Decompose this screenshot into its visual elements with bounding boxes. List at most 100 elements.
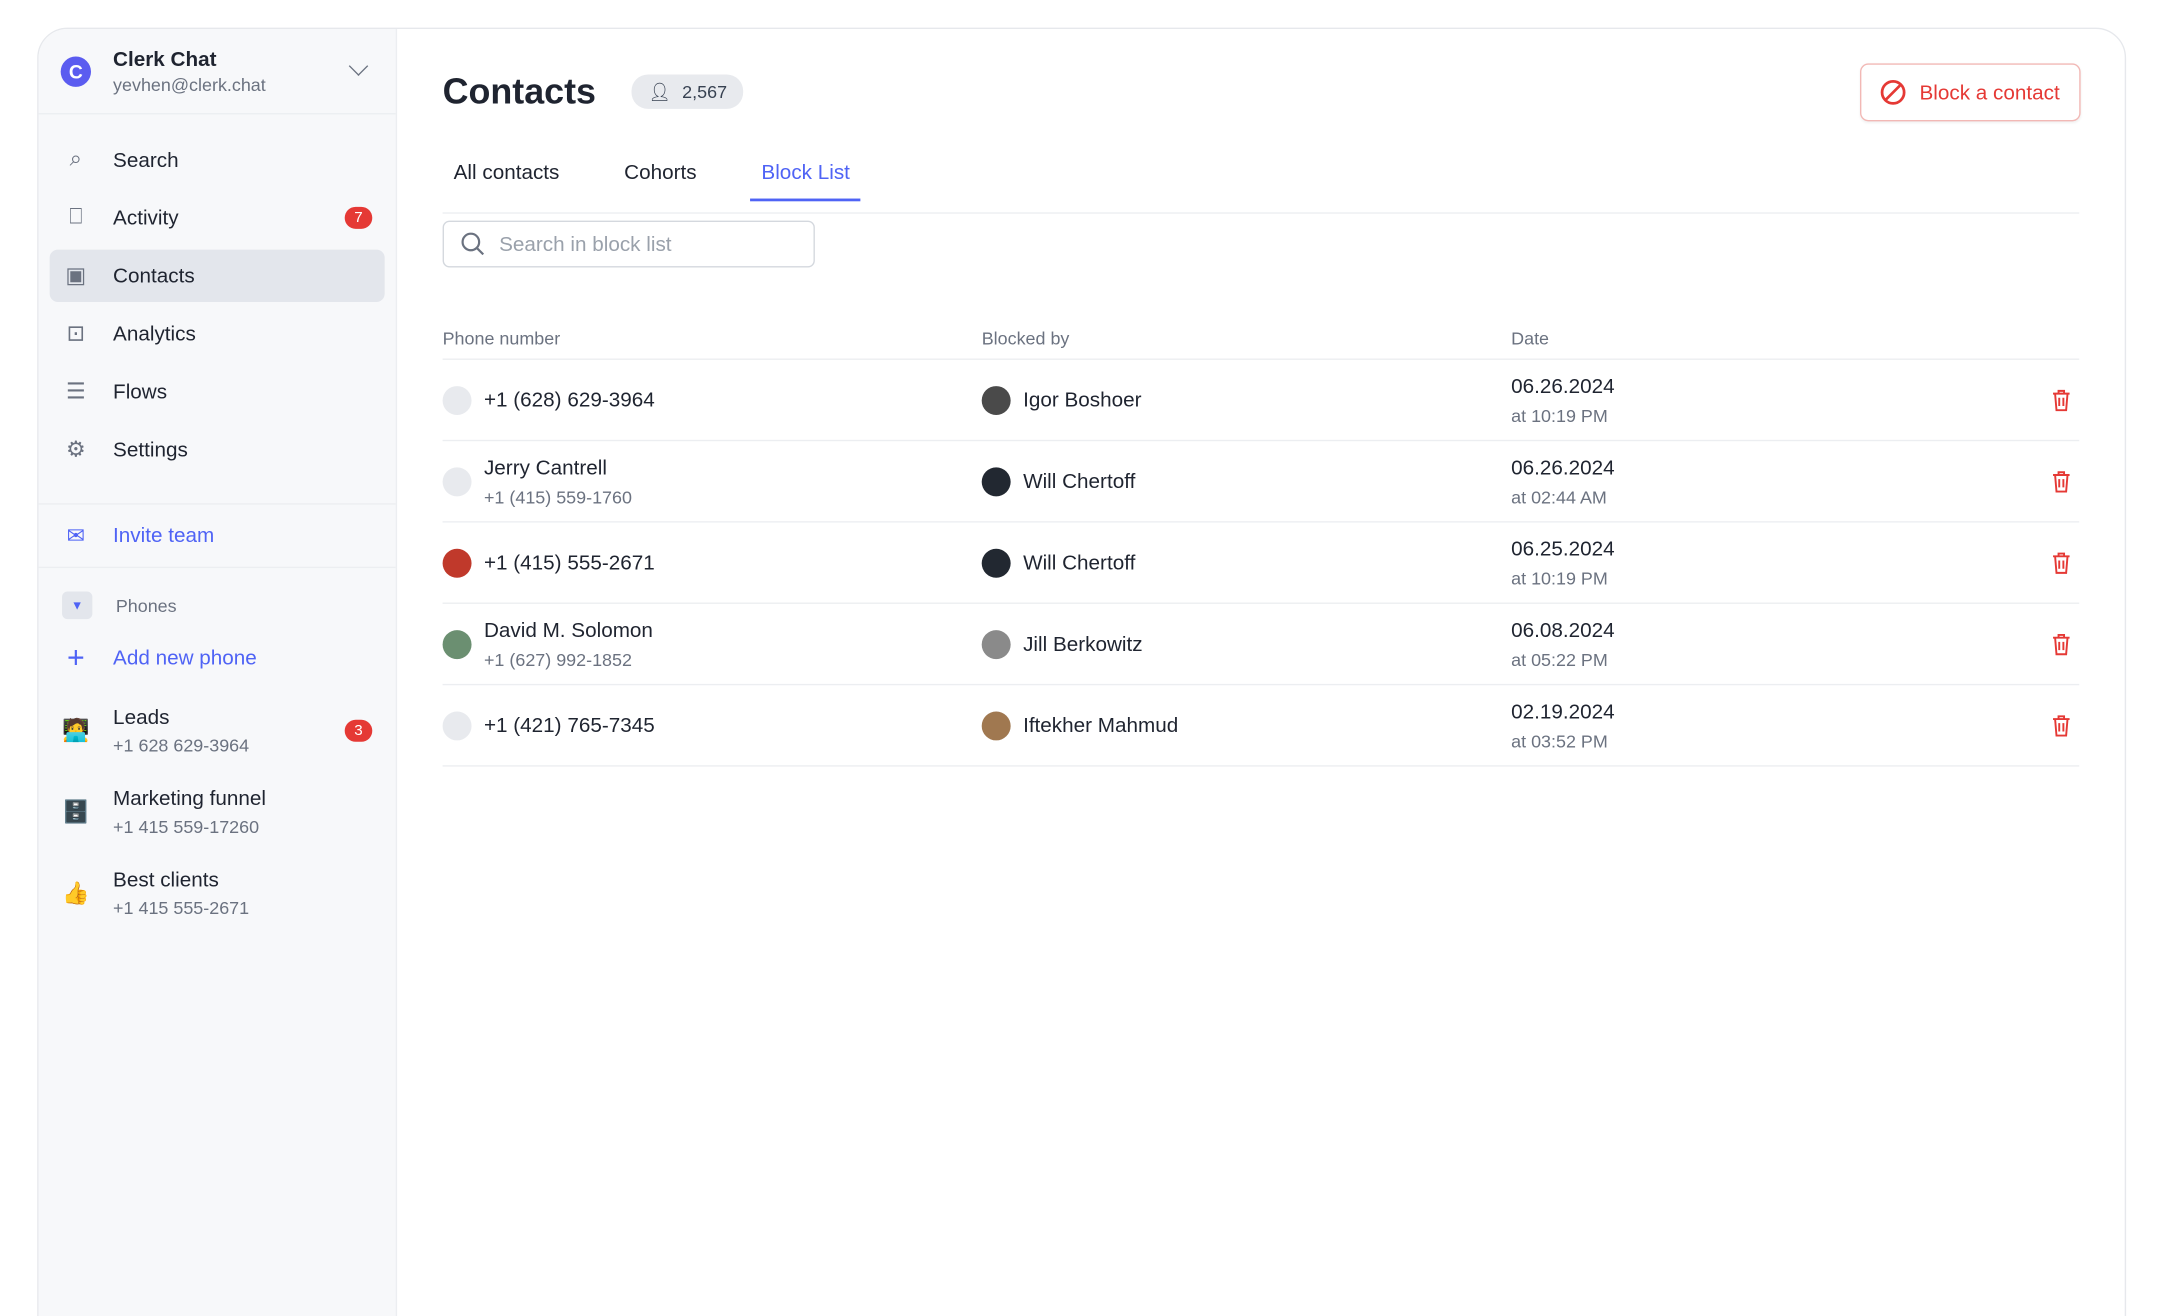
notification-badge: 3 <box>344 719 373 742</box>
inbox-icon: ⎕ <box>69 205 83 229</box>
search-field[interactable] <box>442 220 815 268</box>
blocker-avatar <box>981 385 1011 415</box>
caret-down-icon: ▼ <box>62 591 93 620</box>
phone-emoji-icon: 🧑‍💻 <box>62 719 90 743</box>
block-time: at 10:19 PM <box>1511 567 1608 589</box>
blocked-by-name: Iftekher Mahmud <box>1023 713 1179 737</box>
phone-item[interactable]: 🗄️ Marketing funnel +1 415 559-17260 <box>62 771 372 852</box>
sidebar-item-label: Settings <box>113 437 188 462</box>
contact-phone: +1 (415) 559-1760 <box>483 486 632 507</box>
contact-avatar <box>442 710 472 740</box>
plus-icon: + <box>66 639 85 675</box>
sidebar-item-settings[interactable]: ⚙ Settings <box>50 423 385 475</box>
sidebar-item-label: Flows <box>113 379 168 404</box>
blocked-by-name: Igor Boshoer <box>1023 388 1142 412</box>
sidebar-item-analytics[interactable]: ⊡ Analytics <box>50 307 385 359</box>
table-header: Phone number Blocked by Date <box>442 319 2080 360</box>
main-nav: ⌕ Search ⎕ Activity 7 ▣ Contacts ⊡ Analytics ☰ Flo… <box>38 114 396 505</box>
sidebar-item-search[interactable]: ⌕ Search <box>50 134 385 186</box>
block-list-table: Phone number Blocked by Date +1 (628) 62… <box>442 319 2080 767</box>
phone-emoji-icon: 🗄️ <box>62 800 90 824</box>
account-name: Clerk Chat <box>113 47 217 72</box>
mail-plus-icon: ✉ <box>66 524 86 549</box>
contact-avatar <box>442 548 472 578</box>
col-phone: Phone number <box>442 328 561 349</box>
phone-number: +1 628 629-3964 <box>113 734 250 755</box>
invite-team-link[interactable]: ✉ Invite team <box>38 505 396 569</box>
user-icon: 👤︎ <box>648 80 672 102</box>
trash-icon[interactable] <box>2052 470 2071 493</box>
trash-icon[interactable] <box>2052 552 2071 575</box>
blocked-by-name: Jill Berkowitz <box>1023 632 1143 656</box>
trash-icon[interactable] <box>2052 714 2071 737</box>
sidebar-item-label: Contacts <box>113 264 195 288</box>
contact-name: Jerry Cantrell <box>483 455 607 480</box>
phone-name: Leads <box>113 705 170 729</box>
blocker-avatar <box>981 629 1011 659</box>
block-date: 06.25.2024 <box>1511 537 1615 561</box>
tab-cohorts[interactable]: Cohorts <box>613 146 707 201</box>
blocked-by-name: Will Chertoff <box>1023 469 1136 493</box>
blocked-by-name: Will Chertoff <box>1023 550 1136 575</box>
tab-all-contacts[interactable]: All contacts <box>443 146 571 201</box>
clerk-chat-logo: C <box>60 55 92 87</box>
trash-icon[interactable] <box>2052 389 2071 412</box>
notification-badge: 7 <box>344 206 373 229</box>
phones-header: Phones <box>115 594 177 616</box>
col-blocked-by: Blocked by <box>981 328 1070 349</box>
sidebar-item-label: Activity <box>113 206 179 230</box>
account-switcher[interactable]: C Clerk Chat yevhen@clerk.chat <box>38 29 396 115</box>
contact-name: +1 (628) 629-3964 <box>483 388 655 412</box>
table-row[interactable]: +1 (415) 555-2671 Will Chertoff 06.25.20… <box>442 523 2080 604</box>
table-row[interactable]: David M. Solomon +1 (627) 992-1852 Jill B… <box>442 604 2080 686</box>
block-time: at 03:52 PM <box>1511 730 1608 751</box>
table-row[interactable]: Jerry Cantrell +1 (415) 559-1760 Will Che… <box>442 441 2080 523</box>
sidebar-item-activity[interactable]: ⎕ Activity 7 <box>50 192 385 244</box>
trash-icon[interactable] <box>2052 633 2071 656</box>
block-time: at 10:19 PM <box>1511 404 1608 426</box>
chevron-down-icon[interactable] <box>348 56 369 76</box>
sidebar: C Clerk Chat yevhen@clerk.chat ⌕ Search ⎕ A… <box>38 28 398 1316</box>
sidebar-item-label: Search <box>113 148 179 172</box>
col-date: Date <box>1511 328 1550 349</box>
tabs: All contacts Cohorts Block List <box>442 159 2080 214</box>
contacts-count-badge: 👤︎ 2,567 <box>631 74 744 109</box>
contact-phone: +1 (627) 992-1852 <box>483 648 632 670</box>
blocker-avatar <box>981 548 1011 578</box>
page-title: Contacts <box>442 70 596 112</box>
search-input[interactable] <box>499 232 775 256</box>
phone-item[interactable]: 🧑‍💻 Leads +1 628 629-3964 3 <box>62 689 373 770</box>
count-value: 2,567 <box>682 81 728 103</box>
phone-name: Marketing funnel <box>113 786 266 811</box>
phone-number: +1 415 555-2671 <box>113 896 250 918</box>
contact-name: David M. Solomon <box>483 618 653 642</box>
contact-name: +1 (421) 765-7345 <box>483 713 655 737</box>
contact-avatar <box>442 629 472 659</box>
search-icon: ⌕ <box>69 147 83 171</box>
contact-avatar <box>442 466 472 496</box>
search-icon <box>461 232 485 256</box>
blocker-avatar <box>981 710 1011 740</box>
table-row[interactable]: +1 (628) 629-3964 Igor Boshoer 06.26.202… <box>442 360 2080 442</box>
block-date: 06.26.2024 <box>1511 374 1615 398</box>
sidebar-item-flows[interactable]: ☰ Flows <box>50 365 385 417</box>
sidebar-item-contacts[interactable]: ▣ Contacts <box>49 249 385 302</box>
phone-item[interactable]: 👍 Best clients +1 415 555-2671 <box>62 852 372 933</box>
phone-number: +1 415 559-17260 <box>113 815 260 837</box>
block-date: 02.19.2024 <box>1511 699 1615 724</box>
block-icon <box>1880 79 1906 105</box>
block-date: 06.08.2024 <box>1511 618 1615 642</box>
add-new-phone-button[interactable]: + Add new phone <box>62 626 372 689</box>
blocker-avatar <box>981 466 1011 496</box>
block-contact-button[interactable]: Block a contact <box>1860 63 2081 122</box>
table-row[interactable]: +1 (421) 765-7345 Iftekher Mahmud 02.19.… <box>442 685 2080 767</box>
tab-block-list[interactable]: Block List <box>750 146 862 202</box>
block-date: 06.26.2024 <box>1511 455 1615 480</box>
contact-avatar <box>442 385 472 415</box>
add-phone-label: Add new phone <box>113 645 257 670</box>
block-button-label: Block a contact <box>1919 80 2060 105</box>
phones-section: ▼ Phones + Add new phone 🧑‍💻 Leads +1 628 62… <box>39 568 396 950</box>
phones-toggle[interactable]: ▼ Phones <box>62 585 372 626</box>
gear-icon: ⚙ <box>65 438 86 462</box>
phone-name: Best clients <box>113 867 219 892</box>
